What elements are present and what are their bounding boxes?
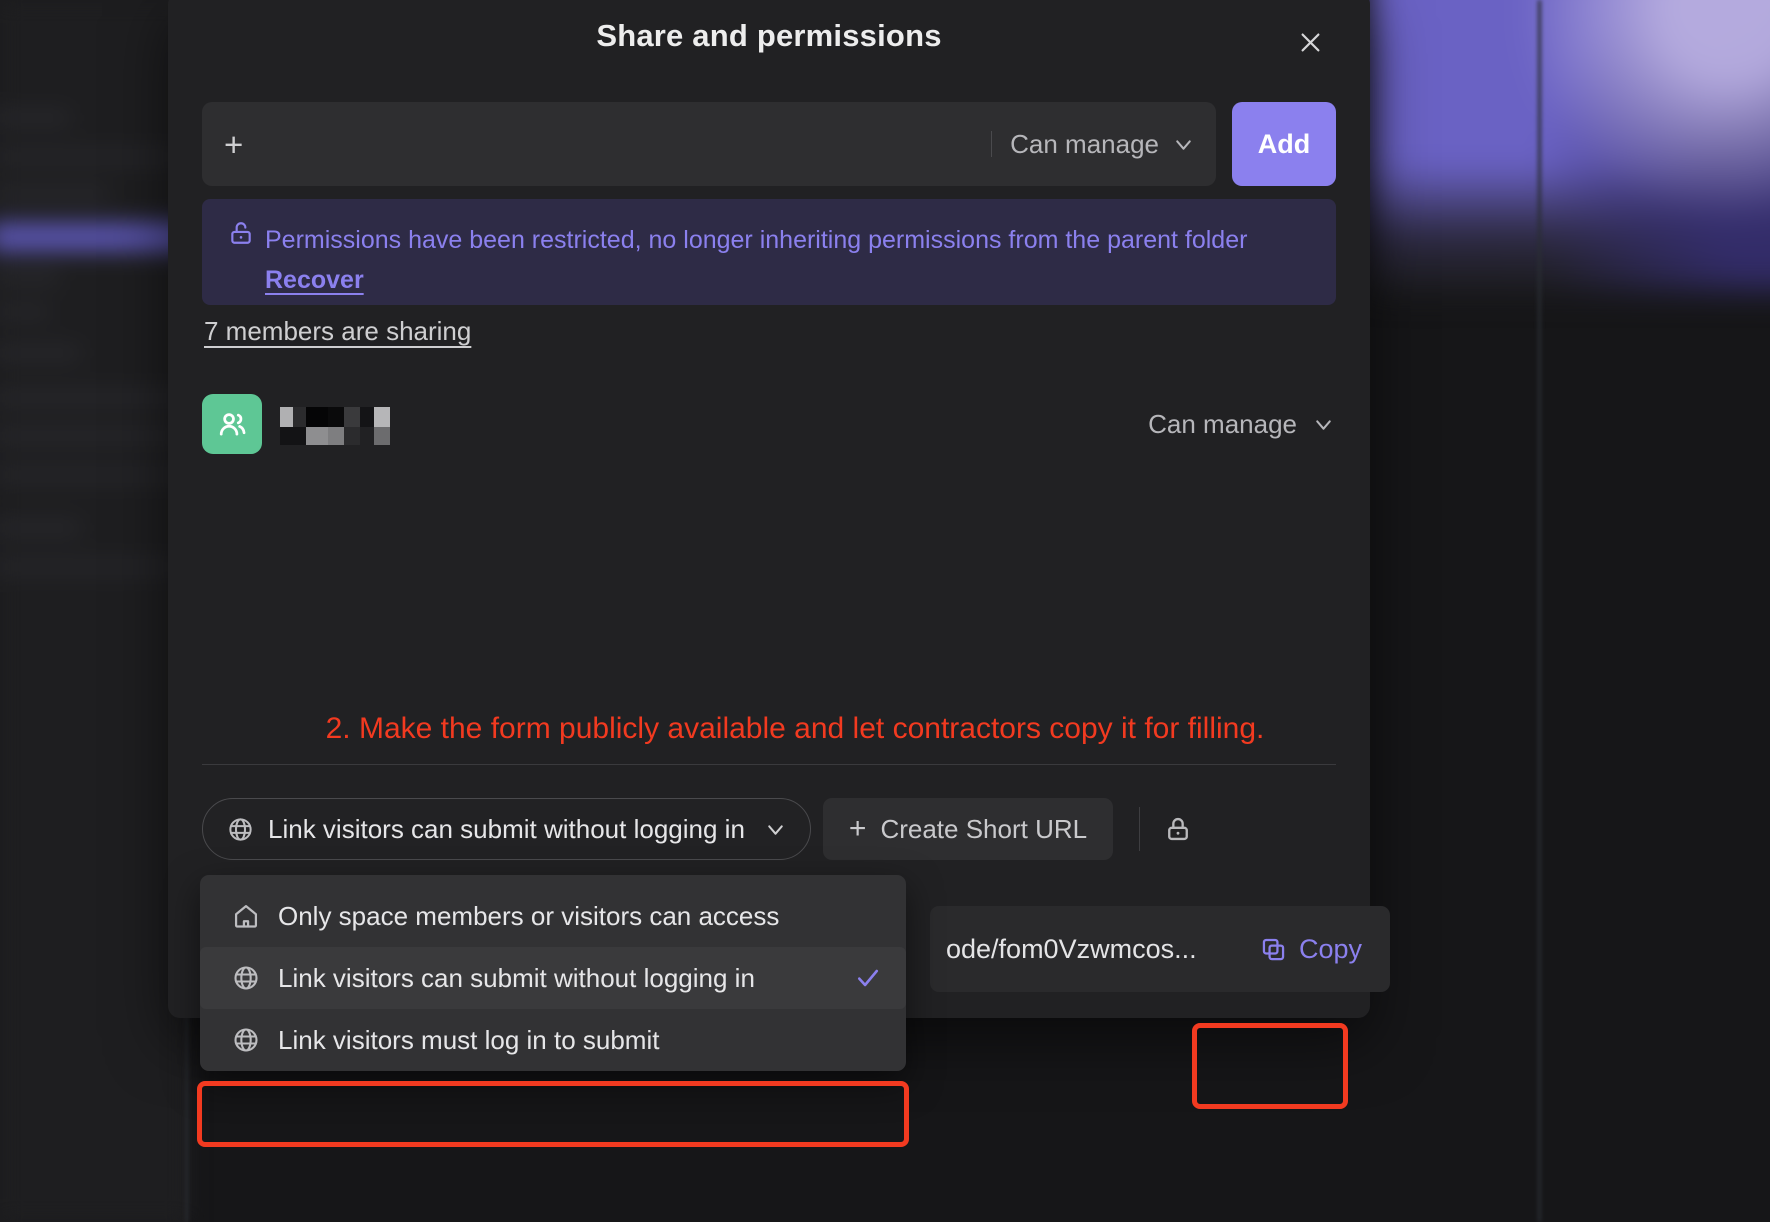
avatar [202, 394, 262, 454]
invite-input[interactable]: + Can manage [202, 102, 1216, 186]
banner-text: Permissions have been restricted, no lon… [265, 220, 1305, 305]
link-visibility-dropdown[interactable]: Link visitors can submit without logging… [202, 798, 811, 860]
lock-closed-icon[interactable] [1164, 815, 1192, 843]
menu-item-label: Link visitors can submit without logging… [278, 962, 755, 993]
link-visibility-menu: Only space members or visitors can acces… [200, 875, 906, 1071]
invite-permission-label: Can manage [1010, 128, 1159, 159]
close-icon[interactable] [1290, 22, 1330, 62]
recover-link[interactable]: Recover [265, 266, 364, 294]
plus-icon[interactable]: + [224, 128, 243, 161]
chevron-down-icon [768, 824, 783, 835]
globe-icon [234, 1028, 258, 1052]
member-permission-dropdown[interactable]: Can manage [1148, 409, 1336, 440]
group-icon [219, 412, 245, 435]
globe-icon [234, 966, 258, 990]
share-url-text: ode/fom0Vzwmcos... [946, 933, 1197, 964]
menu-item-submit-without-login[interactable]: Link visitors can submit without logging… [200, 947, 906, 1009]
menu-item-must-log-in[interactable]: Link visitors must log in to submit [200, 1009, 906, 1071]
menu-item-space-members[interactable]: Only space members or visitors can acces… [200, 885, 906, 947]
lock-open-icon [228, 220, 254, 305]
background-sidebar [0, 0, 200, 1222]
chevron-down-icon [1176, 139, 1191, 150]
members-sharing-link[interactable]: 7 members are sharing [204, 316, 471, 347]
plus-icon: + [848, 812, 867, 845]
divider [991, 131, 993, 157]
add-button[interactable]: Add [1232, 102, 1336, 186]
section-divider [202, 764, 1336, 765]
member-row: Can manage [202, 394, 1336, 454]
invite-row: + Can manage Add [202, 102, 1336, 186]
member-permission-label: Can manage [1148, 408, 1297, 439]
dialog-title: Share and permissions [596, 18, 942, 53]
create-short-url-label: Create Short URL [880, 813, 1088, 844]
link-settings-row: Link visitors can submit without logging… [202, 798, 1336, 860]
background-panel-edge [1538, 0, 1541, 1222]
menu-item-label: Only space members or visitors can acces… [278, 900, 780, 931]
copy-label: Copy [1298, 933, 1362, 964]
banner-message: Permissions have been restricted, no lon… [265, 226, 1248, 254]
permissions-restricted-banner: Permissions have been restricted, no lon… [202, 199, 1336, 305]
background-hero-image [1370, 0, 1770, 290]
menu-item-label: Link visitors must log in to submit [278, 1024, 660, 1055]
annotation-step-2: 2. Make the form publicly available and … [325, 712, 1265, 745]
home-icon [234, 904, 258, 928]
check-icon [857, 969, 879, 987]
divider [1139, 807, 1141, 851]
invite-permission-dropdown[interactable]: Can manage [1010, 129, 1202, 160]
share-url-bar: ode/fom0Vzwmcos... Copy [930, 906, 1390, 992]
member-name-redacted [280, 403, 420, 445]
copy-button[interactable]: Copy [1244, 920, 1378, 979]
link-visibility-label: Link visitors can submit without logging… [268, 813, 745, 844]
create-short-url-button[interactable]: + Create Short URL [822, 798, 1114, 860]
share-permissions-dialog: Share and permissions + Can manage Add P… [168, 0, 1370, 1018]
copy-icon [1262, 938, 1285, 960]
globe-icon [229, 817, 252, 841]
chevron-down-icon [1316, 419, 1331, 430]
